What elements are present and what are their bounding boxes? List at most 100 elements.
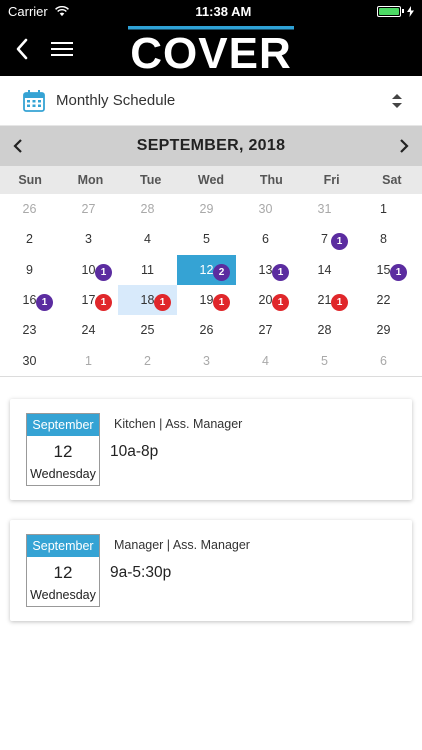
calendar-day-cell[interactable]: 71: [295, 224, 354, 254]
calendar-day-cell[interactable]: 14: [295, 255, 354, 285]
calendar-icon: [23, 89, 45, 112]
day-number: 8: [380, 232, 387, 247]
month-navigation: SEPTEMBER, 2018: [0, 126, 422, 166]
calendar-day-cell[interactable]: 25: [118, 315, 177, 345]
prev-month-button[interactable]: [6, 134, 30, 158]
day-number: 18: [140, 293, 155, 308]
calendar-day-cell[interactable]: 19 1: [177, 285, 236, 315]
shift-time: 10a-8p: [110, 442, 159, 460]
back-button[interactable]: [2, 22, 42, 76]
carrier-label: Carrier: [8, 3, 48, 19]
shift-count-badge: 1: [95, 263, 112, 281]
shift-count-badge: 1: [390, 263, 407, 281]
calendar-day-cell[interactable]: 8: [354, 224, 413, 254]
day-number: 5: [321, 353, 328, 368]
calendar-day-cell[interactable]: 20 1: [236, 285, 295, 315]
schedule-view-selector[interactable]: Monthly Schedule: [0, 76, 422, 126]
day-number: 14: [317, 262, 332, 277]
shift-count-badge: 1: [154, 293, 171, 311]
calendar-day-cell[interactable]: 21 1: [295, 285, 354, 315]
calendar-day-cell[interactable]: 3: [177, 345, 236, 375]
charging-icon: [407, 5, 414, 17]
sort-arrows-icon: [392, 93, 402, 108]
calendar-day-cell[interactable]: 27: [59, 194, 118, 224]
calendar-day-cell[interactable]: 13 1: [236, 255, 295, 285]
calendar-day-cell[interactable]: 24: [59, 315, 118, 345]
calendar-day-cell[interactable]: 4: [118, 224, 177, 254]
calendar-day-cell[interactable]: 1: [354, 194, 413, 224]
calendar-day-cell[interactable]: 10 1: [59, 255, 118, 285]
weekday-label: Sun: [18, 173, 42, 187]
calendar-day-cell[interactable]: 31: [295, 194, 354, 224]
shift-info: Manager | Ass. Manager 9a-5:30p: [110, 534, 250, 607]
day-number: 2: [144, 353, 151, 368]
calendar-day-cell[interactable]: 17 1: [59, 285, 118, 315]
wifi-icon: [54, 5, 69, 16]
day-number: 26: [199, 323, 214, 338]
shift-count-badge: 1: [95, 293, 112, 311]
day-number: 29: [376, 323, 391, 338]
day-number: 24: [81, 323, 96, 338]
shift-card[interactable]: September 12 Wednesday Manager | Ass. Ma…: [10, 519, 412, 621]
calendar-day-cell[interactable]: 9: [0, 255, 59, 285]
calendar-day-cell[interactable]: 12 2: [177, 254, 236, 285]
status-time: 11:38 AM: [195, 3, 252, 19]
day-number: 10: [81, 262, 96, 277]
day-number: 4: [144, 232, 151, 247]
shift-count-badge: 1: [331, 293, 348, 311]
calendar-day-cell[interactable]: 30: [236, 194, 295, 224]
calendar-day-cell[interactable]: 4: [236, 345, 295, 375]
calendar-day-cell[interactable]: 15 1: [354, 255, 413, 285]
calendar-day-cell[interactable]: 6: [354, 345, 413, 375]
day-number: 26: [22, 202, 37, 217]
calendar-day-cell[interactable]: 30: [0, 345, 59, 375]
calendar-day-cell[interactable]: 6: [236, 224, 295, 254]
calendar-day-cell[interactable]: 26: [0, 194, 59, 224]
calendar-day-cell[interactable]: 5: [177, 224, 236, 254]
shift-day: 12: [53, 441, 73, 461]
calendar-day-cell[interactable]: 28: [295, 315, 354, 345]
weekday-label: Thu: [259, 173, 283, 187]
calendar-day-cell[interactable]: 26: [177, 315, 236, 345]
day-number: 21: [317, 293, 332, 308]
calendar-day-cell[interactable]: 1: [59, 345, 118, 375]
calendar-day-cell[interactable]: 2: [118, 345, 177, 375]
calendar-day-cell[interactable]: 5: [295, 345, 354, 375]
day-number: 13: [258, 262, 273, 277]
calendar-day-cell[interactable]: 27: [236, 315, 295, 345]
next-month-button[interactable]: [392, 134, 416, 158]
shift-month: September: [27, 534, 99, 557]
shift-list: September 12 Wednesday Kitchen | Ass. Ma…: [0, 377, 422, 621]
shift-date-box: September 12 Wednesday: [26, 412, 100, 486]
calendar-day-cell[interactable]: 22: [354, 285, 413, 315]
day-number: 22: [376, 293, 391, 308]
calendar-day-cell[interactable]: 3: [59, 224, 118, 254]
calendar-day-cell[interactable]: 18 1: [118, 284, 177, 316]
chevron-right-icon: [400, 139, 409, 153]
shift-card[interactable]: September 12 Wednesday Kitchen | Ass. Ma…: [10, 398, 412, 500]
menu-button[interactable]: [42, 22, 82, 76]
shift-role: Kitchen | Ass. Manager: [114, 416, 243, 431]
calendar-day-cell[interactable]: 29: [354, 315, 413, 345]
schedule-view-label: Monthly Schedule: [56, 92, 176, 109]
day-number: 20: [258, 293, 273, 308]
day-number: 6: [262, 232, 269, 247]
day-number: 25: [140, 323, 155, 338]
weekday-label: Tue: [140, 173, 162, 187]
weekday-label: Fri: [323, 173, 340, 187]
calendar-grid: 26 27 28 29 30 31 1 2 3 4 5 6 7 1 8 9 10 1 11 12 2 13 1 14 15 1 16…: [0, 194, 422, 377]
day-number: 12: [199, 262, 214, 277]
calendar-day-cell[interactable]: 2: [0, 224, 59, 254]
calendar-day-cell[interactable]: 11: [118, 255, 177, 285]
calendar-day-cell[interactable]: 16 1: [0, 285, 59, 315]
shift-role: Manager | Ass. Manager: [114, 537, 250, 552]
day-number: 27: [81, 202, 96, 217]
calendar-day-cell[interactable]: 29: [177, 194, 236, 224]
shift-count-badge: 1: [331, 233, 348, 251]
calendar-day-cell[interactable]: 23: [0, 315, 59, 345]
day-number: 19: [199, 293, 214, 308]
calendar-day-cell[interactable]: 28: [118, 194, 177, 224]
day-number: 16: [22, 293, 37, 308]
day-number: 6: [380, 353, 387, 368]
day-number: 28: [140, 202, 155, 217]
